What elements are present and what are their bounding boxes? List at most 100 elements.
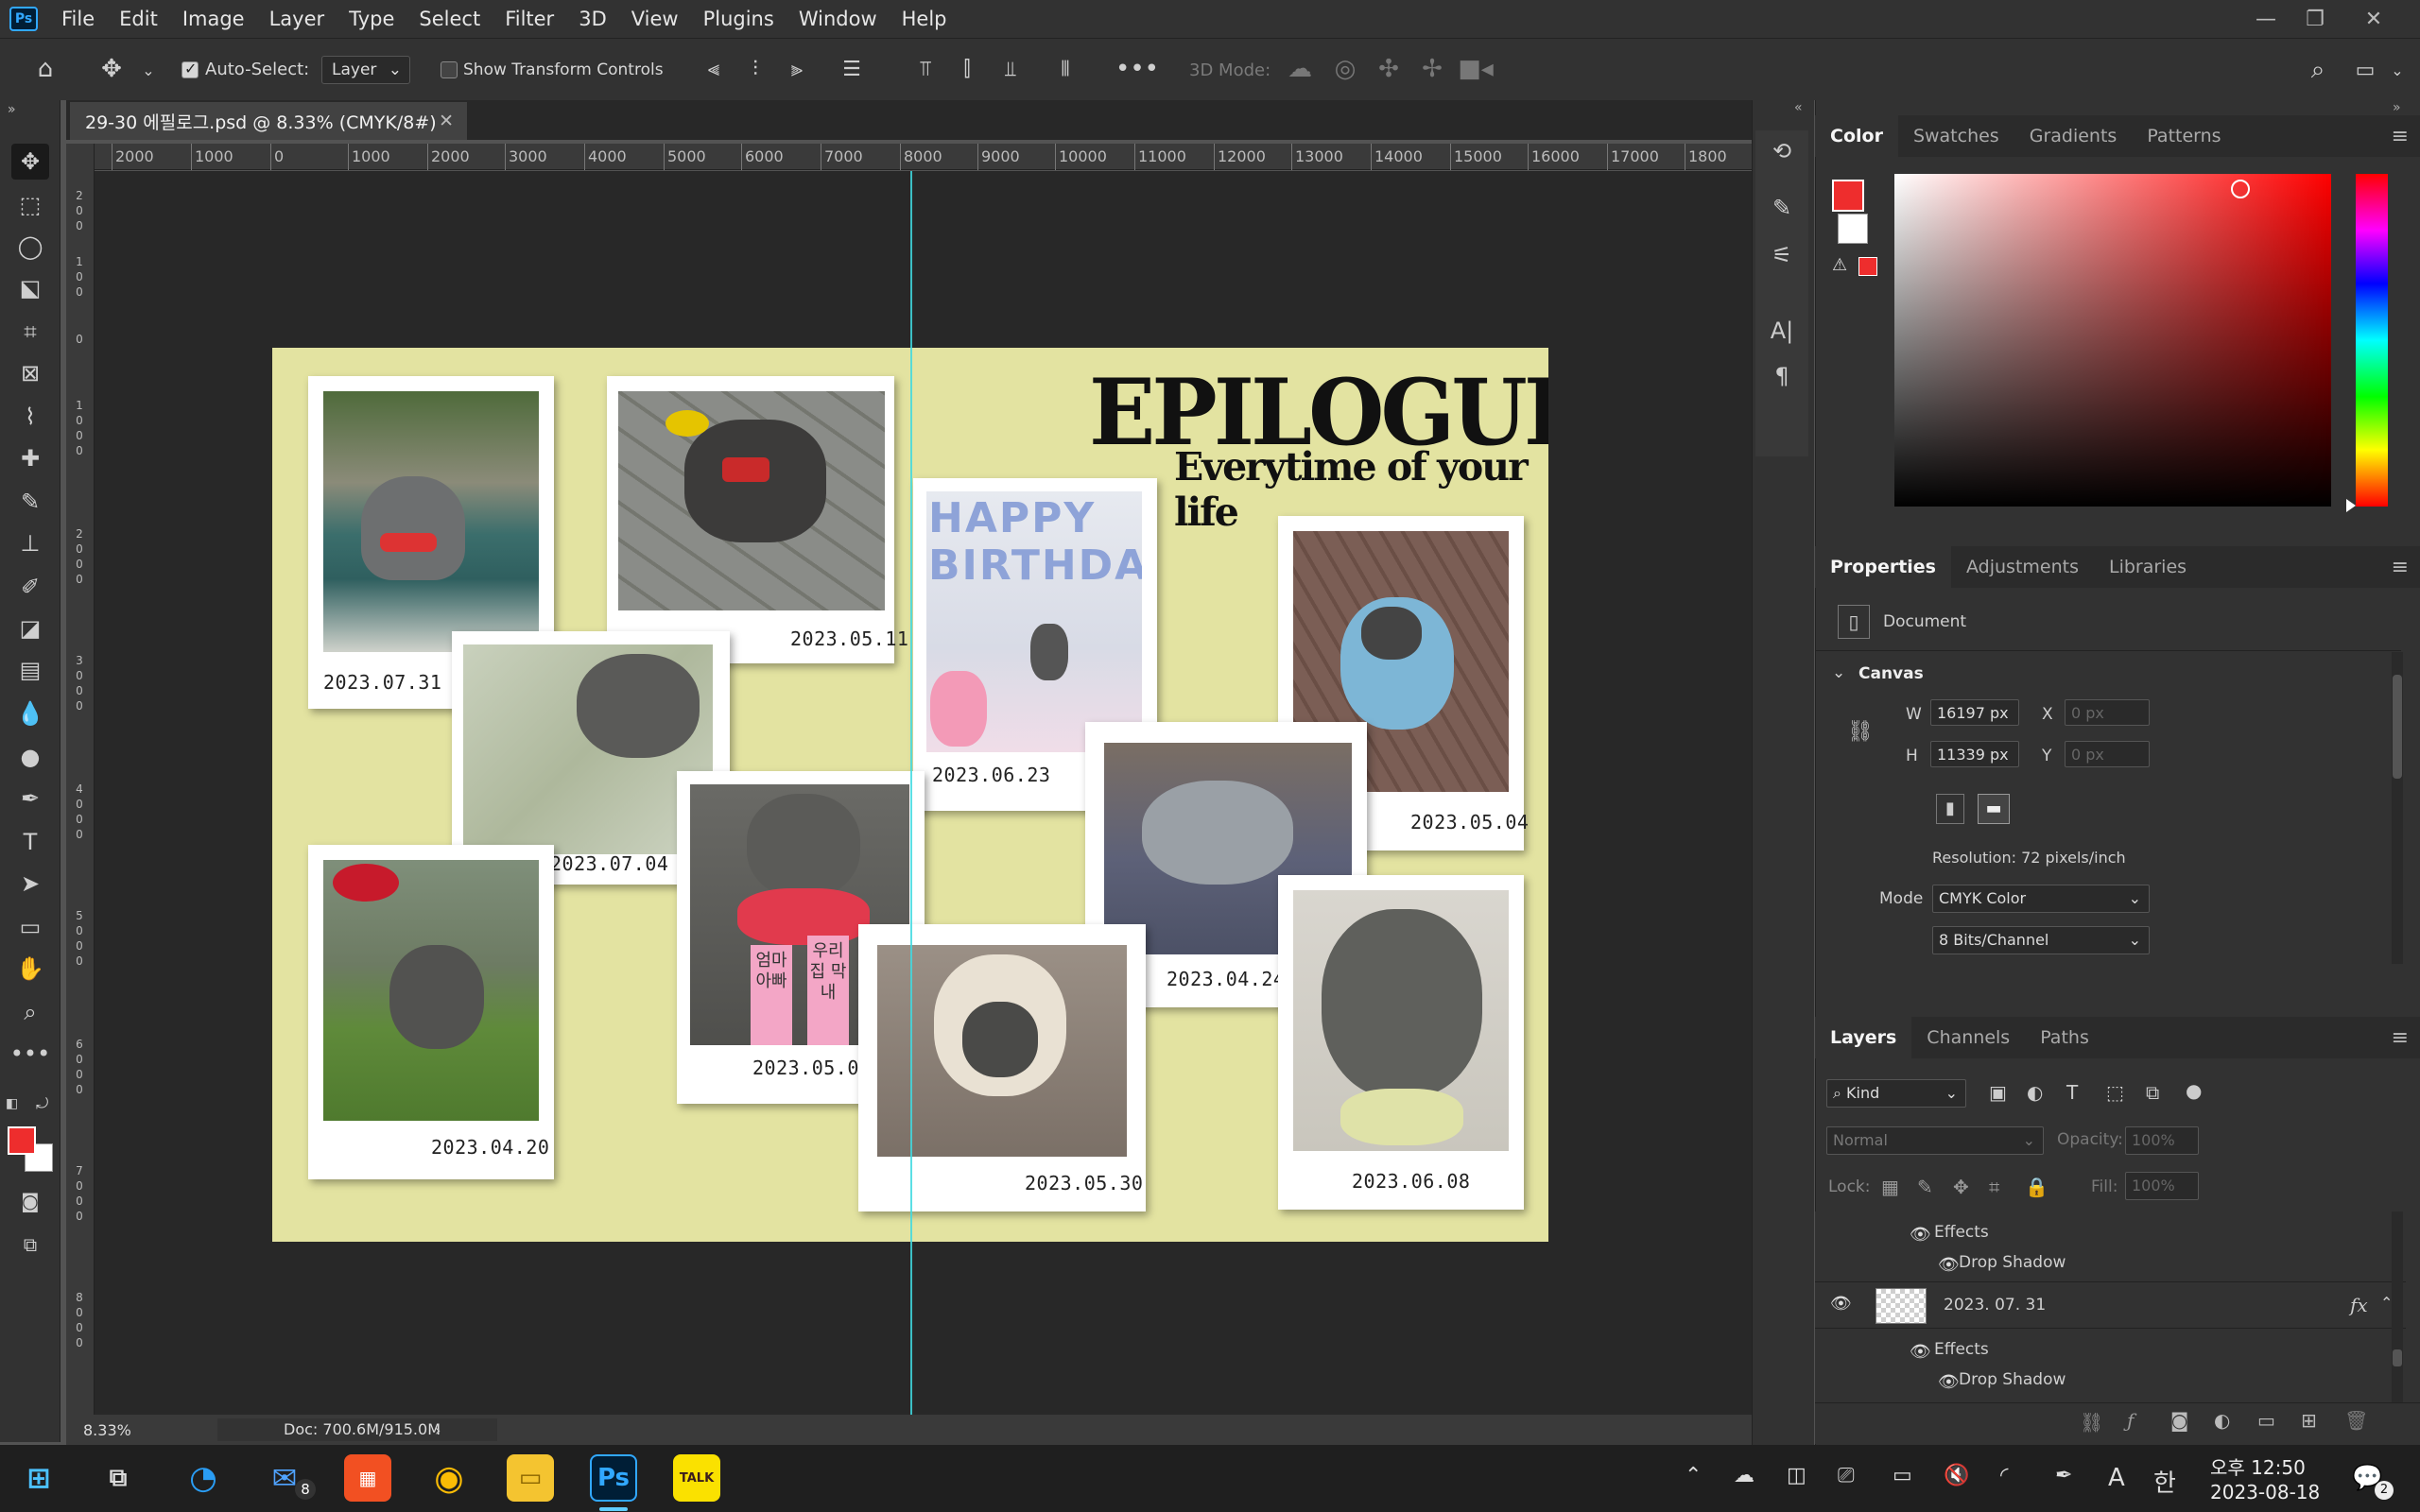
photoshop-logo[interactable]: Ps xyxy=(9,7,38,31)
tab-color[interactable]: Color xyxy=(1815,115,1898,157)
close-tab-icon[interactable]: ✕ xyxy=(439,111,454,131)
pen-icon[interactable]: ✒ xyxy=(2055,1464,2072,1487)
minimize-icon[interactable]: — xyxy=(2242,0,2290,38)
layers-scrollbar[interactable] xyxy=(2392,1211,2403,1402)
layer-name[interactable]: 2023. 07. 31 xyxy=(1944,1296,2046,1314)
distribute-vertical-icon[interactable]: ☰ xyxy=(838,54,866,84)
tab-patterns[interactable]: Patterns xyxy=(2132,115,2236,157)
color-mode-dropdown[interactable]: CMYK Color ⌄ xyxy=(1932,885,2150,913)
tab-swatches[interactable]: Swatches xyxy=(1898,115,2014,157)
tab-paths[interactable]: Paths xyxy=(2025,1017,2104,1058)
color-field[interactable] xyxy=(1894,174,2331,507)
restore-icon[interactable]: ❐ xyxy=(2291,0,2339,38)
canvas-section-label[interactable]: Canvas xyxy=(1858,664,1924,683)
move-tool-icon[interactable]: ✥ xyxy=(11,144,49,180)
menu-type[interactable]: Type xyxy=(337,8,406,30)
zoom-level[interactable]: 8.33% xyxy=(83,1421,131,1439)
distribute-horizontal-icon[interactable]: ⦀ xyxy=(1051,54,1080,84)
task-view-icon[interactable]: ⧉ xyxy=(95,1454,142,1502)
tool-preset-chevron-icon[interactable]: ⌄ xyxy=(138,56,159,84)
tab-adjustments[interactable]: Adjustments xyxy=(1951,546,2094,588)
brush-tool-icon[interactable]: ✎ xyxy=(11,484,49,520)
auto-select-checkbox[interactable] xyxy=(182,60,199,78)
landscape-orientation-icon[interactable]: ▬ xyxy=(1978,794,2010,824)
close-window-icon[interactable]: ✕ xyxy=(2350,0,2397,38)
dodge-tool-icon[interactable]: ● xyxy=(11,739,49,775)
hue-slider[interactable] xyxy=(2356,174,2388,507)
height-field[interactable]: 11339 px xyxy=(1930,741,2019,767)
default-colors-icon[interactable]: ◧ xyxy=(6,1096,18,1111)
menu-help[interactable]: Help xyxy=(890,8,959,30)
eye-icon[interactable]: 👁 xyxy=(1938,1255,1960,1275)
menu-select[interactable]: Select xyxy=(406,8,493,30)
layers-scrollbar-thumb[interactable] xyxy=(2393,1349,2402,1366)
align-middle-icon[interactable]: ⫿ xyxy=(953,54,981,84)
eyedropper-tool-icon[interactable]: ⌇ xyxy=(11,399,49,435)
battery-icon[interactable]: ▭ xyxy=(1893,1464,1912,1487)
polaroid-flowers[interactable]: 2023.04.20 xyxy=(308,845,554,1179)
foreground-color-swatch[interactable] xyxy=(8,1126,36,1155)
properties-panel-menu-icon[interactable]: ≡ xyxy=(2392,556,2409,579)
add-style-icon[interactable]: ƒ xyxy=(2127,1409,2134,1432)
bit-depth-dropdown[interactable]: 8 Bits/Channel ⌄ xyxy=(1932,926,2150,954)
filter-toggle-icon[interactable]: ● xyxy=(2186,1079,2202,1102)
add-mask-icon[interactable]: ◙ xyxy=(2170,1409,2188,1432)
new-layer-icon[interactable]: ⊞ xyxy=(2301,1409,2317,1432)
file-explorer-icon[interactable]: ▭ xyxy=(507,1454,554,1502)
properties-scrollbar-thumb[interactable] xyxy=(2393,675,2402,779)
wifi-icon[interactable]: ◜ xyxy=(2000,1464,2009,1487)
screen-mode-icon[interactable]: ⧉ xyxy=(11,1227,49,1263)
windows-start-icon[interactable]: ⊞ xyxy=(15,1454,62,1502)
ime-mode-indicator[interactable]: A xyxy=(2108,1464,2125,1492)
tray-chevron-icon[interactable]: ⌃ xyxy=(1685,1464,1702,1487)
korean-ime-indicator[interactable]: 한 xyxy=(2153,1464,2176,1499)
filter-type-icon[interactable]: T xyxy=(2066,1081,2078,1104)
brush-settings-icon[interactable]: ✎ xyxy=(1767,193,1797,223)
eye-icon[interactable]: 👁 xyxy=(1910,1225,1931,1245)
tab-gradients[interactable]: Gradients xyxy=(2014,115,2133,157)
rectangle-tool-icon[interactable]: ▭ xyxy=(11,909,49,945)
crop-tool-icon[interactable]: ⌗ xyxy=(11,314,49,350)
object-select-tool-icon[interactable]: ⬕ xyxy=(11,270,49,306)
filter-shape-icon[interactable]: ⬚ xyxy=(2106,1081,2124,1104)
tab-channels[interactable]: Channels xyxy=(1911,1017,2025,1058)
edge-icon[interactable]: ◔ xyxy=(180,1454,227,1502)
link-layers-icon[interactable]: ⛓ xyxy=(2080,1411,2103,1434)
layer-row[interactable]: 👁 2023. 07. 31 fx ⌃ xyxy=(1815,1281,2406,1329)
frame-tool-icon[interactable]: ⊠ xyxy=(11,355,49,391)
layer-fx-badge[interactable]: fx xyxy=(2350,1294,2368,1316)
horizontal-ruler[interactable]: 2000 1000 0 1000 2000 3000 4000 5000 600… xyxy=(95,144,1752,170)
delete-layer-icon[interactable]: 🗑 xyxy=(2344,1409,2368,1432)
tab-libraries[interactable]: Libraries xyxy=(2094,546,2202,588)
blend-mode-dropdown[interactable]: Normal ⌄ xyxy=(1826,1126,2044,1155)
portrait-orientation-icon[interactable]: ▮ xyxy=(1936,794,1964,824)
align-center-icon[interactable]: ⫶ xyxy=(741,54,769,84)
menu-file[interactable]: File xyxy=(49,8,107,30)
document-tab[interactable]: 29-30 에필로그.psd @ 8.33% (CMYK/8#) ✕ xyxy=(70,102,467,140)
photoshop-taskbar-icon[interactable]: Ps xyxy=(590,1454,637,1502)
vertical-ruler[interactable]: 2 0 0 1 0 0 0 1 0 0 0 2 0 0 0 3 0 0 0 4 … xyxy=(66,144,95,1415)
type-tool-icon[interactable]: T xyxy=(11,824,49,860)
filter-pixel-icon[interactable]: ▣ xyxy=(1989,1081,2007,1104)
layer-effects-group[interactable]: 👁 Effects 👁 Drop Shadow xyxy=(1815,1211,2406,1280)
gradient-tool-icon[interactable]: ▤ xyxy=(11,652,49,688)
lock-pixels-icon[interactable]: ✎ xyxy=(1917,1176,1933,1198)
menu-window[interactable]: Window xyxy=(786,8,890,30)
menu-edit[interactable]: Edit xyxy=(107,8,170,30)
color-panel-bg-swatch[interactable] xyxy=(1838,214,1868,244)
fill-field[interactable]: 100% xyxy=(2125,1172,2199,1200)
collapse-left-icon[interactable]: » xyxy=(8,102,16,117)
clock-date[interactable]: 2023-08-18 xyxy=(2210,1481,2320,1503)
collapse-right-panels-icon[interactable]: » xyxy=(2393,100,2401,115)
store-icon[interactable]: ▦ xyxy=(344,1454,391,1502)
lasso-tool-icon[interactable]: ◯ xyxy=(11,229,49,265)
eye-icon[interactable]: 👁 xyxy=(1938,1372,1960,1392)
history-panel-icon[interactable]: ⟲ xyxy=(1767,136,1797,166)
polaroid-bearhat[interactable]: 2023.05.30 xyxy=(858,924,1146,1211)
tab-properties[interactable]: Properties xyxy=(1815,546,1951,588)
blur-tool-icon[interactable]: 💧 xyxy=(11,696,49,731)
filter-adjustment-icon[interactable]: ◐ xyxy=(2027,1081,2043,1104)
layer-filter-dropdown[interactable]: ⌕ Kind ⌄ xyxy=(1826,1079,1966,1108)
lock-transparency-icon[interactable]: ▦ xyxy=(1881,1176,1899,1198)
more-options-icon[interactable]: ••• xyxy=(1115,54,1159,84)
